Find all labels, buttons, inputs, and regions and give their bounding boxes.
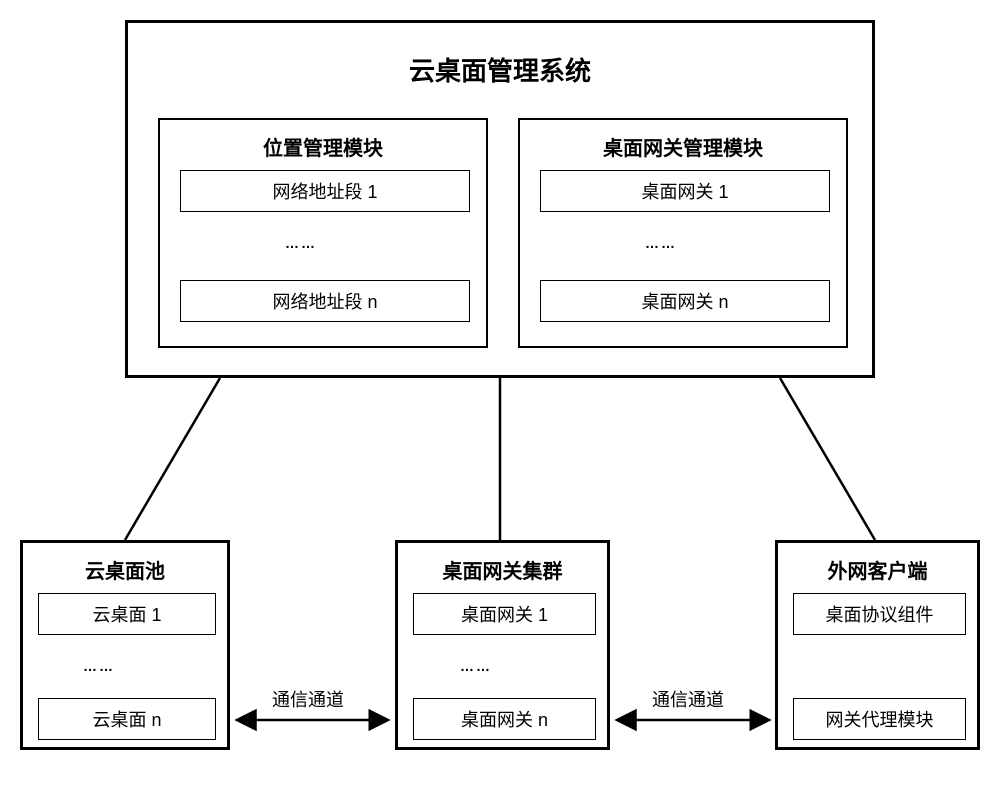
pool-item-first: 云桌面 1	[38, 593, 216, 635]
gateway-ellipsis: ……	[645, 235, 677, 251]
gateway-module-title: 桌面网关管理模块	[520, 132, 846, 161]
cluster-item-first: 桌面网关 1	[413, 593, 596, 635]
pool-box: 云桌面池 云桌面 1 …… 云桌面 n	[20, 540, 230, 750]
gateway-item-first: 桌面网关 1	[540, 170, 830, 212]
cluster-ellipsis: ……	[460, 658, 492, 674]
client-proxy-module: 网关代理模块	[793, 698, 966, 740]
location-ellipsis: ……	[285, 235, 317, 251]
gateway-module-box: 桌面网关管理模块 桌面网关 1 …… 桌面网关 n	[518, 118, 848, 348]
channel-label-right: 通信通道	[652, 686, 724, 712]
cluster-item-last: 桌面网关 n	[413, 698, 596, 740]
channel-label-left: 通信通道	[272, 686, 344, 712]
location-item-first: 网络地址段 1	[180, 170, 470, 212]
mgmt-title: 云桌面管理系统	[128, 51, 872, 88]
location-item-last: 网络地址段 n	[180, 280, 470, 322]
client-title: 外网客户端	[778, 555, 977, 584]
pool-item-last: 云桌面 n	[38, 698, 216, 740]
pool-title: 云桌面池	[23, 555, 227, 584]
cluster-box: 桌面网关集群 桌面网关 1 …… 桌面网关 n	[395, 540, 610, 750]
pool-ellipsis: ……	[83, 658, 115, 674]
location-module-box: 位置管理模块 网络地址段 1 …… 网络地址段 n	[158, 118, 488, 348]
location-module-title: 位置管理模块	[160, 132, 486, 161]
cluster-title: 桌面网关集群	[398, 555, 607, 584]
client-protocol-component: 桌面协议组件	[793, 593, 966, 635]
client-box: 外网客户端 桌面协议组件 网关代理模块	[775, 540, 980, 750]
diagram-canvas: 云桌面管理系统 位置管理模块 网络地址段 1 …… 网络地址段 n 桌面网关管理…	[20, 20, 980, 782]
gateway-item-last: 桌面网关 n	[540, 280, 830, 322]
mgmt-system-box: 云桌面管理系统 位置管理模块 网络地址段 1 …… 网络地址段 n 桌面网关管理…	[125, 20, 875, 378]
